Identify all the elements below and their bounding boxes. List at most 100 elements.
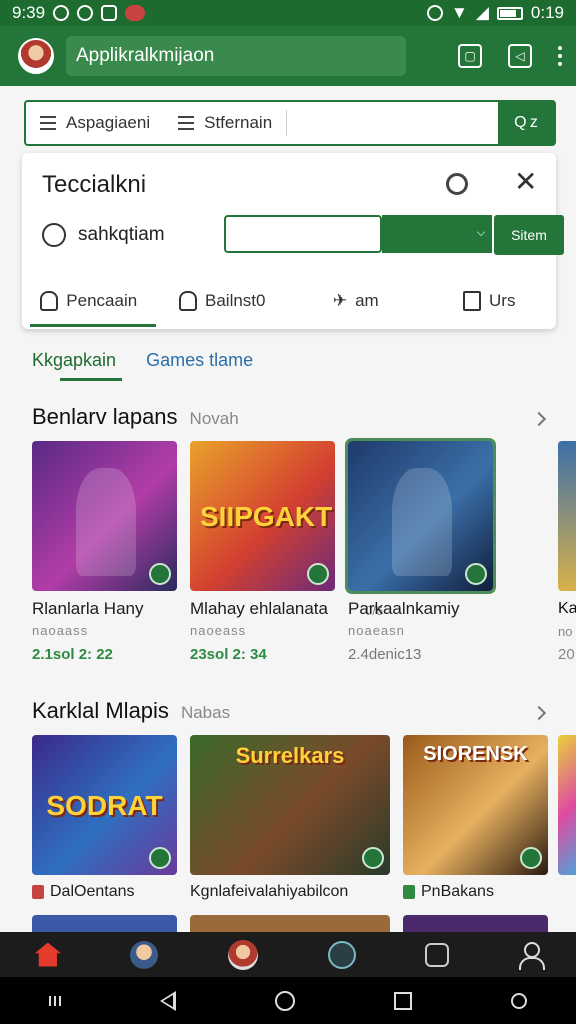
- section1-cards: Rlanlarla Hany naoaass 2.1sol 2: 22 SIIP…: [32, 438, 496, 663]
- back-icon[interactable]: [160, 990, 177, 1011]
- card-title: Rlanlarla Hany: [32, 599, 144, 618]
- section2-cards: SODRAT DalOentans Surrelkars Kgnlafeival…: [32, 735, 548, 901]
- card-title: PnBakans: [403, 883, 548, 901]
- panel-tabs: Pencaain Bailnst0 ✈ am Urs: [22, 273, 556, 329]
- tab-pencaain[interactable]: Pencaain: [22, 273, 156, 329]
- chevron-right-icon[interactable]: [531, 411, 547, 427]
- section-title: Benlarv lapans: [32, 404, 178, 429]
- menu-icon: [40, 116, 56, 130]
- game-logo: SIORENSK: [423, 743, 528, 765]
- gear-icon[interactable]: [446, 173, 468, 195]
- card-title: DalOentans: [32, 883, 177, 901]
- game-logo: SIIPGAKT: [200, 501, 333, 532]
- game-logo: SODRAT: [46, 790, 163, 821]
- card-title: Kgnlafeivalahiyabilcon: [190, 883, 349, 900]
- battery-text: 0:19: [530, 3, 564, 22]
- game-logo: Surrelkars: [235, 743, 345, 768]
- notification-icon: [125, 5, 146, 21]
- menu-icon: [178, 116, 195, 130]
- submit-button[interactable]: Sitem: [494, 215, 564, 255]
- card-title: Mlahay ehlalanata: [190, 599, 328, 618]
- wifi-icon: ▼: [451, 3, 468, 22]
- game-card[interactable]: Surrelkars Kgnlafeivalahiyabilcon: [190, 735, 390, 901]
- section-header: Benlarv lapans Novah: [32, 404, 547, 430]
- app-icon: [403, 885, 415, 899]
- card-title: Ka: [558, 600, 576, 617]
- profile-avatar[interactable]: [130, 940, 159, 969]
- tab-games[interactable]: Games tlame: [146, 350, 253, 381]
- section-subtitle: Novah: [189, 409, 239, 428]
- card-meta: noaeasn: [348, 623, 405, 638]
- game-thumbnail[interactable]: SIORENSK: [403, 735, 548, 875]
- game-thumbnail[interactable]: SODRAT: [32, 735, 177, 875]
- tab-urs[interactable]: Urs: [423, 273, 557, 329]
- tab-am[interactable]: ✈ am: [289, 273, 423, 329]
- close-icon[interactable]: ✕: [514, 167, 537, 197]
- panel-row-label: sahkqtiam: [78, 224, 165, 245]
- tab-bailnst0[interactable]: Bailnst0: [156, 273, 290, 329]
- avatar[interactable]: [18, 38, 54, 74]
- notification-icon: [77, 5, 94, 21]
- card-meta: naoeass: [190, 623, 247, 638]
- panel-title: Teccialkni: [42, 171, 147, 198]
- home-button-icon[interactable]: [274, 990, 295, 1011]
- compass-icon[interactable]: [327, 940, 356, 969]
- camera-icon[interactable]: [425, 942, 450, 967]
- play-badge-icon: [149, 847, 171, 869]
- notification-icon: [53, 5, 70, 21]
- game-thumbnail[interactable]: [345, 438, 496, 594]
- game-card[interactable]: SODRAT DalOentans: [32, 735, 177, 901]
- app-bar: Applikralkmijaon ▢ ◁: [0, 26, 576, 86]
- app-icon: [32, 885, 44, 899]
- bookmark-icon[interactable]: ◁: [508, 44, 532, 68]
- divider: [286, 110, 288, 136]
- search-panel: Teccialkni ✕ sahkqtiam Sitem Pencaain Ba…: [22, 153, 564, 329]
- chevron-right-icon[interactable]: [531, 705, 547, 721]
- game-card[interactable]: Rlanlarla Hany naoaass 2.1sol 2: 22: [32, 441, 177, 663]
- game-thumbnail-partial[interactable]: [558, 441, 576, 591]
- recents-icon[interactable]: [49, 995, 62, 1006]
- game-card[interactable]: SIIPGAKT Mlahay ehlalanata naoeass 23sol…: [190, 441, 383, 663]
- overview-icon[interactable]: [393, 991, 412, 1010]
- app-search-field[interactable]: Applikralkmijaon: [66, 36, 406, 76]
- panel-select[interactable]: [382, 215, 492, 253]
- user-avatar[interactable]: [228, 939, 259, 970]
- play-badge-icon: [520, 847, 542, 869]
- filter-aspagiaeni[interactable]: Aspagiaeni: [26, 102, 164, 144]
- tab-kkgapkain[interactable]: Kkgapkain: [32, 350, 123, 381]
- chat-icon: [42, 223, 66, 247]
- signal-icon: ◢: [475, 3, 489, 22]
- play-badge-icon: [307, 563, 329, 585]
- assistant-icon[interactable]: [510, 992, 527, 1009]
- game-card[interactable]: Parkaalnkamiy noaeasn 2.4denic13: [345, 438, 496, 663]
- panel-row: sahkqtiam Sitem: [42, 215, 564, 255]
- bag-icon: [179, 291, 197, 311]
- game-card[interactable]: SIORENSK PnBakans: [403, 735, 548, 901]
- game-thumbnail-partial[interactable]: [558, 735, 576, 875]
- game-thumbnail[interactable]: [32, 441, 177, 591]
- game-thumbnail[interactable]: Surrelkars: [190, 735, 390, 875]
- search-button[interactable]: Q z: [498, 102, 554, 144]
- bag-icon[interactable]: ▢: [458, 44, 482, 68]
- play-badge-icon: [465, 563, 487, 585]
- home-icon[interactable]: [34, 942, 61, 967]
- chevron-down-icon: [476, 227, 486, 237]
- calendar-icon: [463, 291, 482, 311]
- more-icon[interactable]: [558, 46, 562, 66]
- game-thumbnail[interactable]: SIIPGAKT: [190, 441, 335, 591]
- card-meta: naoaass: [32, 623, 89, 638]
- battery-icon: [496, 6, 523, 20]
- section-header: Karklal Mlapis Nabas: [32, 698, 547, 724]
- card-title: Parkaalnkamiy: [348, 599, 460, 618]
- section-subtitle: Nabas: [180, 703, 231, 722]
- card-date: 2.1sol 2: 22: [32, 646, 113, 663]
- system-nav: [0, 977, 576, 1024]
- card-date: 20: [558, 646, 575, 663]
- filter-bar: Aspagiaeni Stfernain Q z: [24, 100, 556, 146]
- filter-stfernain[interactable]: Stfernain: [164, 102, 286, 144]
- panel-input[interactable]: [224, 215, 382, 253]
- play-badge-icon: [362, 847, 384, 869]
- person-icon: [40, 291, 59, 311]
- search-icon: Q z: [514, 114, 538, 131]
- account-icon[interactable]: [519, 941, 546, 970]
